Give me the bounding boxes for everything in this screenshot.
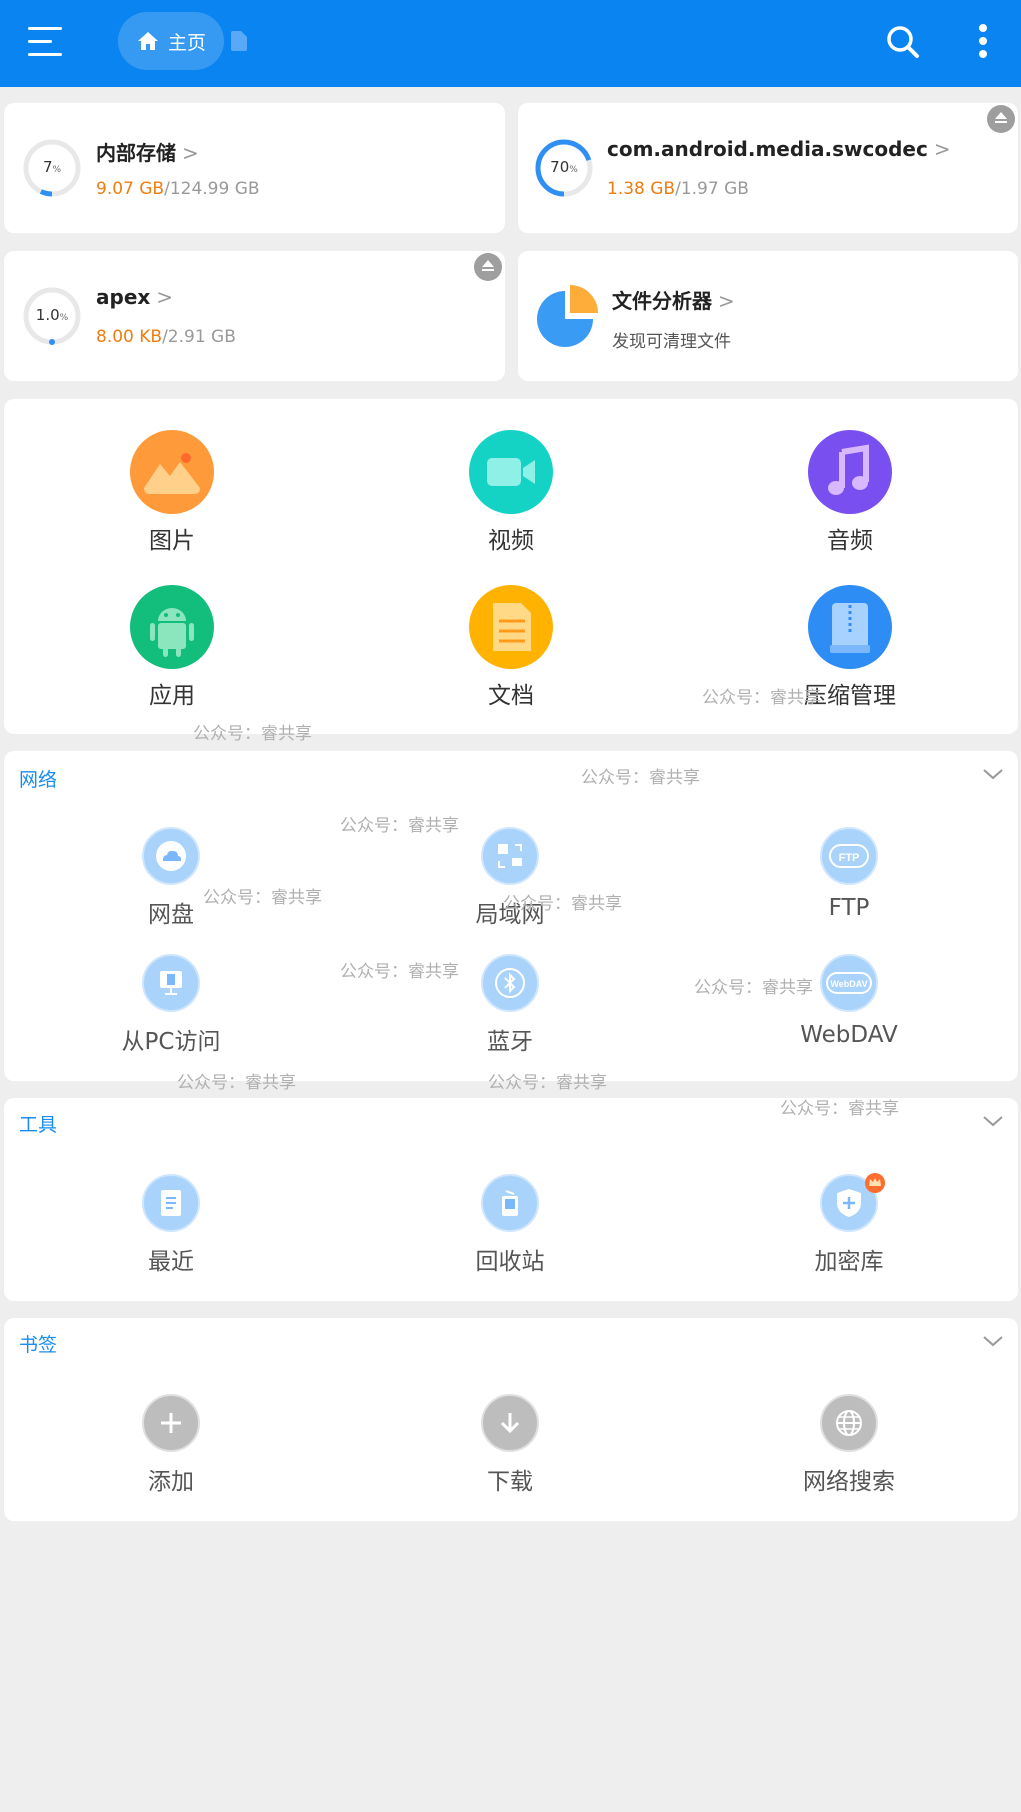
plus-icon — [142, 1394, 200, 1452]
network-item-bluetooth[interactable]: 蓝牙 — [410, 954, 610, 1056]
bluetooth-icon — [481, 954, 539, 1012]
chevron-down-icon[interactable] — [982, 1334, 1004, 1348]
network-item-label: FTP — [828, 895, 870, 921]
network-item-webdav[interactable]: WebDAV WebDAV — [749, 954, 949, 1048]
bookmark-item-label: 添加 — [148, 1469, 194, 1495]
tool-item-label: 加密库 — [814, 1249, 884, 1275]
breadcrumb-home[interactable]: 主页 — [118, 12, 224, 70]
ftp-icon: FTP — [820, 827, 878, 885]
section-title-network: 网络 — [19, 769, 58, 791]
bookmark-item-web-search[interactable]: 网络搜索 — [749, 1394, 949, 1496]
storage-size: 1.38 GB/1.97 GB — [607, 179, 749, 199]
chevron-right-icon: > — [718, 289, 735, 313]
network-section: 网络 网盘 局域网 FTP FTP 从PC访问 蓝牙 WebDAV WebDAV — [4, 751, 1018, 1081]
tools-section: 工具 最近 回收站 加密库 — [4, 1098, 1018, 1301]
category-documents[interactable]: 文档 — [431, 585, 591, 710]
lan-icon — [481, 827, 539, 885]
tool-item-vault[interactable]: 加密库 — [749, 1173, 949, 1276]
category-images[interactable]: 图片 — [92, 430, 252, 555]
tool-item-label: 回收站 — [475, 1249, 545, 1275]
category-label: 应用 — [149, 683, 195, 709]
category-audio[interactable]: 音频 — [770, 430, 930, 555]
bookmarks-section: 书签 添加 下载 网络搜索 — [4, 1318, 1018, 1521]
storage-percent: 1.0% — [35, 306, 69, 324]
network-item-label: 网盘 — [148, 902, 194, 928]
video-icon — [469, 430, 553, 514]
storage-name: 内部存储 — [96, 141, 176, 165]
analyzer-title: 文件分析器 — [612, 289, 712, 313]
network-item-ftp[interactable]: FTP FTP — [749, 827, 949, 921]
more-options-icon[interactable] — [975, 24, 991, 58]
eject-icon[interactable] — [474, 253, 502, 281]
top-app-bar: 主页 — [0, 0, 1021, 87]
archive-icon — [808, 585, 892, 669]
chevron-right-icon: > — [156, 285, 174, 309]
chevron-down-icon[interactable] — [982, 767, 1004, 781]
crown-badge-icon — [865, 1173, 885, 1193]
chevron-right-icon: > — [933, 137, 951, 161]
storage-percent: 7% — [42, 158, 62, 176]
eject-icon[interactable] — [987, 105, 1015, 133]
file-analyzer-card[interactable]: 文件分析器 > 发现可清理文件 — [518, 251, 1018, 381]
storage-card-swcodec[interactable]: 70% com.android.media.swcodec > 1.38 GB/1… — [518, 103, 1018, 233]
network-item-label: 蓝牙 — [487, 1029, 533, 1055]
document-icon — [469, 585, 553, 669]
tool-item-recent[interactable]: 最近 — [71, 1174, 271, 1276]
home-icon — [138, 32, 158, 50]
network-item-pc-access[interactable]: 从PC访问 — [71, 954, 271, 1056]
recent-icon — [142, 1174, 200, 1232]
svg-text:FTP: FTP — [839, 852, 860, 864]
image-icon — [130, 430, 214, 514]
storage-card-internal[interactable]: 7% 内部存储 > 9.07 GB/124.99 GB — [4, 103, 505, 233]
network-item-label: WebDAV — [800, 1022, 898, 1048]
storage-size: 9.07 GB/124.99 GB — [96, 179, 260, 199]
menu-icon[interactable] — [28, 27, 64, 57]
storage-card-apex[interactable]: 1.0% apex > 8.00 KB/2.91 GB — [4, 251, 505, 381]
network-item-cloud[interactable]: 网盘 — [71, 827, 271, 929]
music-icon — [808, 430, 892, 514]
tool-item-label: 最近 — [148, 1249, 194, 1275]
bookmark-item-download[interactable]: 下载 — [410, 1394, 610, 1496]
analyzer-subtitle: 发现可清理文件 — [612, 332, 731, 352]
breadcrumb-folder-icon[interactable] — [231, 31, 247, 55]
category-label: 音频 — [827, 528, 873, 554]
bookmark-item-label: 下载 — [487, 1469, 533, 1495]
pie-chart-icon — [537, 285, 598, 347]
network-item-lan[interactable]: 局域网 — [410, 827, 610, 929]
category-videos[interactable]: 视频 — [431, 430, 591, 555]
search-icon[interactable] — [885, 24, 921, 64]
download-icon — [481, 1394, 539, 1452]
section-title-tools: 工具 — [19, 1114, 58, 1136]
chevron-right-icon: > — [182, 141, 199, 165]
cloud-icon — [142, 827, 200, 885]
monitor-icon — [142, 954, 200, 1012]
storage-name: com.android.media.swcodec — [607, 137, 928, 161]
vault-icon — [820, 1173, 885, 1232]
category-label: 视频 — [488, 528, 534, 554]
storage-size: 8.00 KB/2.91 GB — [96, 327, 236, 347]
category-label: 压缩管理 — [804, 683, 896, 709]
bookmark-item-label: 网络搜索 — [803, 1469, 895, 1495]
webdav-icon: WebDAV — [820, 954, 878, 1012]
category-label: 文档 — [488, 683, 534, 709]
network-item-label: 从PC访问 — [121, 1029, 221, 1055]
breadcrumb-home-label: 主页 — [168, 31, 207, 54]
storage-percent: 70% — [550, 158, 578, 176]
globe-icon — [820, 1394, 878, 1452]
network-item-label: 局域网 — [475, 902, 545, 928]
android-icon — [130, 585, 214, 669]
storage-name: apex — [96, 285, 151, 309]
bookmark-item-add[interactable]: 添加 — [71, 1394, 271, 1496]
section-title-bookmarks: 书签 — [19, 1334, 58, 1356]
category-label: 图片 — [149, 528, 195, 554]
tool-item-recycle-bin[interactable]: 回收站 — [410, 1174, 610, 1276]
chevron-down-icon[interactable] — [982, 1114, 1004, 1128]
recycle-bin-icon — [481, 1174, 539, 1232]
category-apps[interactable]: 应用 — [92, 585, 252, 710]
categories-card: 图片 视频 音频 应用 文档 压缩管理 — [4, 399, 1018, 734]
svg-text:WebDAV: WebDAV — [830, 979, 867, 989]
category-archives[interactable]: 压缩管理 — [770, 585, 930, 710]
